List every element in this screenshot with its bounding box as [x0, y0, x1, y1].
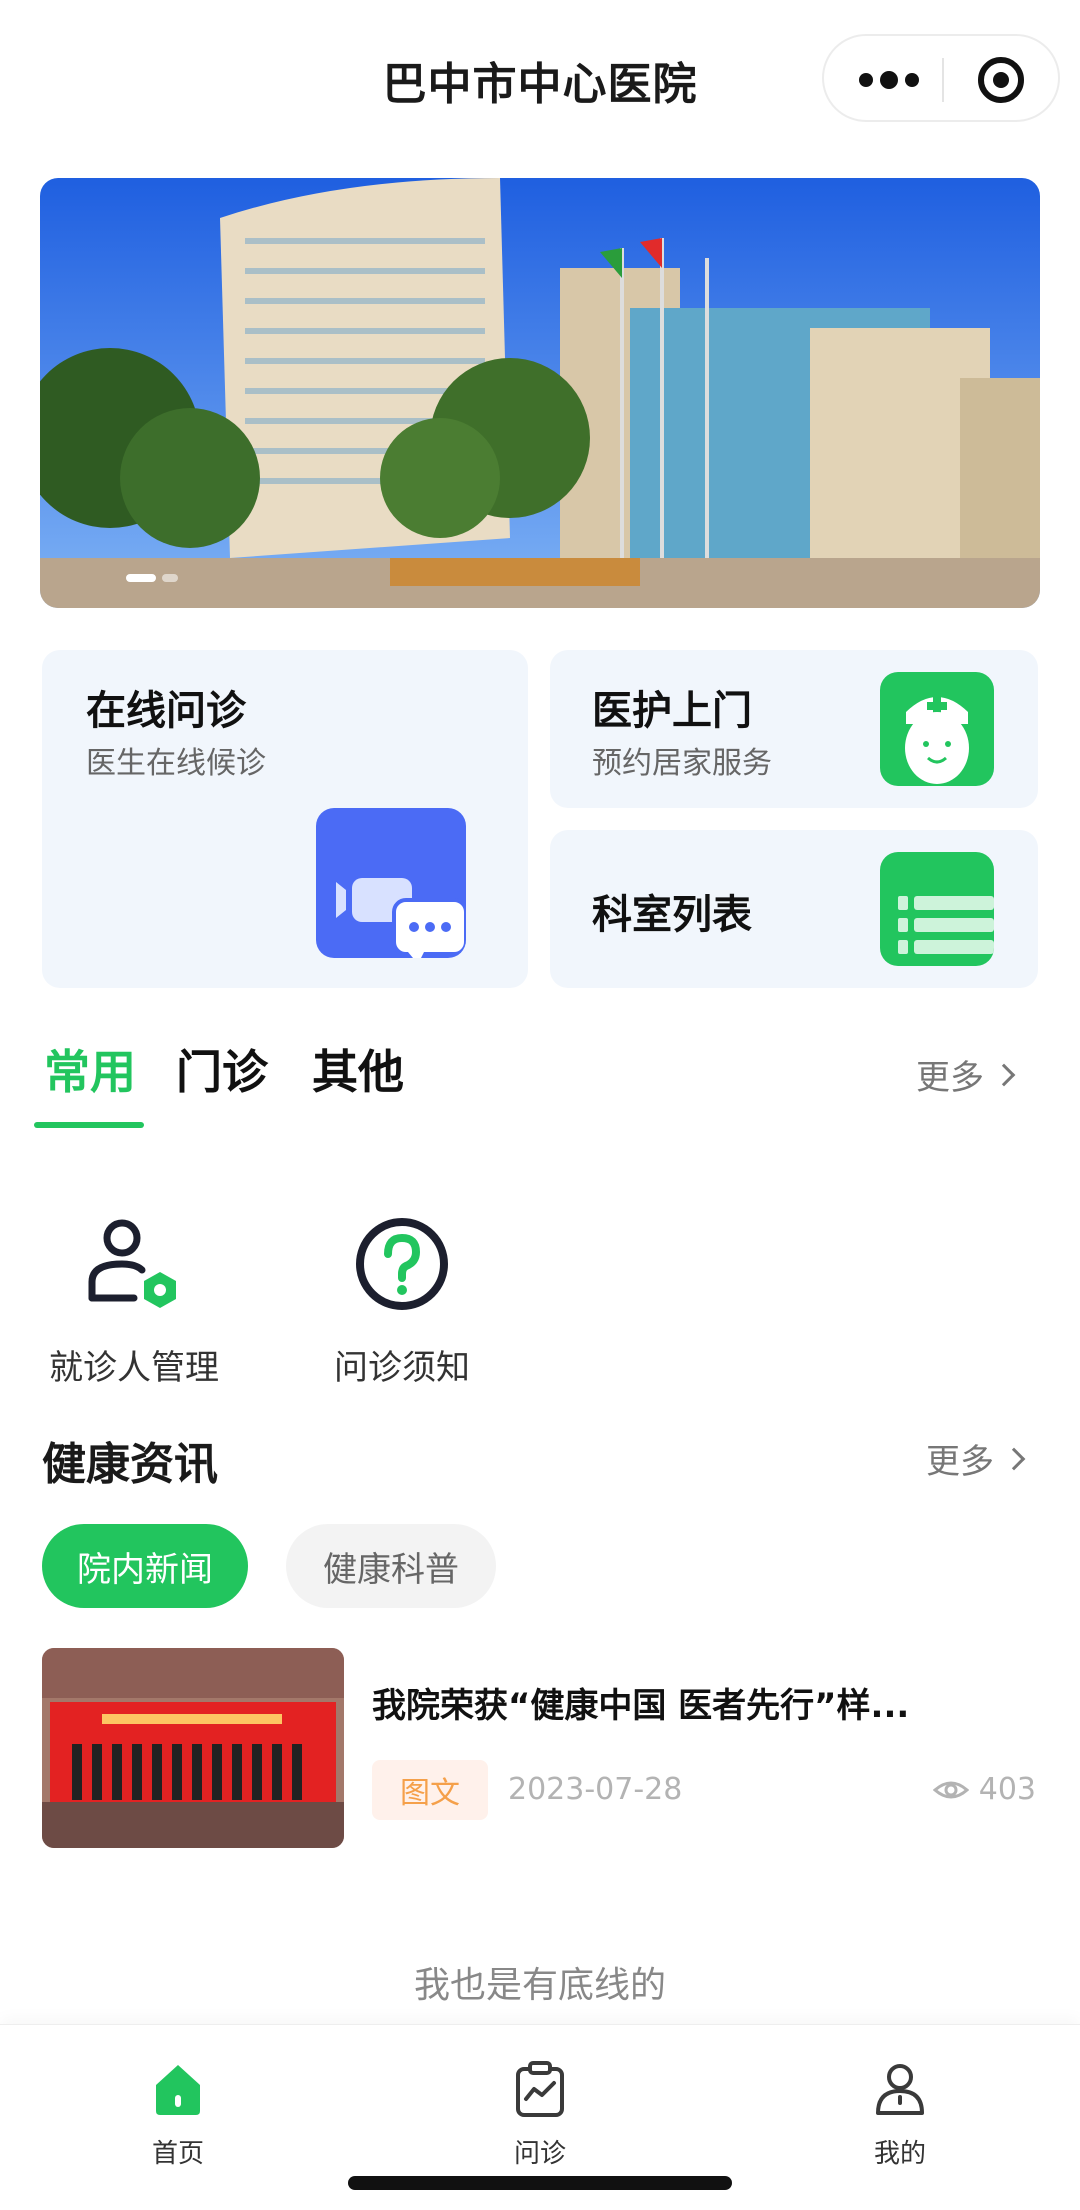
news-thumbnail-image — [42, 1648, 344, 1848]
banner-indicator — [126, 574, 178, 582]
capsule-divider — [942, 58, 944, 102]
patient-manage-icon — [84, 1214, 184, 1314]
chevron-right-icon — [1002, 1447, 1026, 1470]
department-list-card[interactable]: 科室列表 — [550, 830, 1038, 988]
news-title: 我院荣获“健康中国 医者先行”样... — [372, 1686, 910, 1726]
filter-hospital-news[interactable]: 院内新闻 — [42, 1524, 248, 1608]
home-care-subtitle: 预约居家服务 — [592, 746, 772, 781]
news-views: 403 — [932, 1772, 1036, 1807]
health-news-title: 健康资讯 — [42, 1439, 218, 1490]
news-item[interactable]: 我院荣获“健康中国 医者先行”样... 图文 2023-07-28 403 — [42, 1648, 1038, 1848]
hospital-building-image — [40, 178, 1040, 608]
home-indicator — [348, 2176, 732, 2190]
quick-action-label: 问诊须知 — [334, 1348, 470, 1388]
tab-common[interactable]: 常用 — [44, 1036, 136, 1102]
consult-icon — [516, 2061, 564, 2117]
profile-icon — [876, 2064, 924, 2115]
tab-other[interactable]: 其他 — [312, 1036, 404, 1102]
question-circle-icon — [352, 1214, 452, 1314]
home-care-title: 医护上门 — [592, 688, 752, 734]
service-tabs: 常用 门诊 其他 更多 — [0, 1020, 1080, 1130]
tabbar-label: 首页 — [151, 2139, 204, 2169]
online-consult-card[interactable]: 在线问诊 医生在线候诊 — [42, 650, 528, 988]
online-consult-title: 在线问诊 — [86, 688, 246, 734]
home-care-card[interactable]: 医护上门 预约居家服务 — [550, 650, 1038, 808]
quick-action-patient-manage[interactable]: 就诊人管理 — [34, 1214, 234, 1389]
home-icon — [156, 2065, 200, 2115]
services-more-link[interactable]: 更多 — [916, 1050, 1016, 1099]
list-icon — [880, 852, 994, 966]
tabbar-label: 问诊 — [513, 2139, 566, 2169]
department-list-title: 科室列表 — [592, 892, 752, 938]
quick-action-consult-notice[interactable]: 问诊须知 — [302, 1214, 502, 1389]
nurse-icon — [880, 672, 994, 786]
services-more-label: 更多 — [916, 1058, 984, 1098]
news-more-label: 更多 — [926, 1442, 994, 1482]
chevron-right-icon — [992, 1063, 1016, 1086]
end-of-list-note: 我也是有底线的 — [413, 1965, 666, 2006]
miniprogram-capsule — [822, 34, 1060, 122]
tab-outpatient[interactable]: 门诊 — [176, 1036, 268, 1102]
tabbar-home[interactable]: 首页 — [108, 2061, 248, 2170]
nav-header: 巴中市中心医院 — [0, 0, 1080, 160]
news-more-link[interactable]: 更多 — [926, 1434, 1026, 1483]
tabbar-profile[interactable]: 我的 — [830, 2061, 970, 2170]
hospital-banner[interactable] — [40, 178, 1040, 608]
filter-health-science[interactable]: 健康科普 — [286, 1524, 496, 1608]
video-call-icon — [316, 808, 466, 958]
active-tab-indicator — [34, 1122, 144, 1128]
online-consult-subtitle: 医生在线候诊 — [86, 746, 266, 781]
news-date: 2023-07-28 — [508, 1772, 683, 1807]
tabbar-consult[interactable]: 问诊 — [470, 2061, 610, 2170]
more-options-icon[interactable] — [854, 58, 924, 102]
news-type-badge: 图文 — [372, 1760, 488, 1820]
eye-icon — [932, 1781, 969, 1798]
quick-action-label: 就诊人管理 — [49, 1348, 219, 1388]
tabbar-label: 我的 — [873, 2139, 926, 2169]
news-view-count: 403 — [978, 1772, 1036, 1807]
close-target-icon[interactable] — [978, 57, 1024, 103]
